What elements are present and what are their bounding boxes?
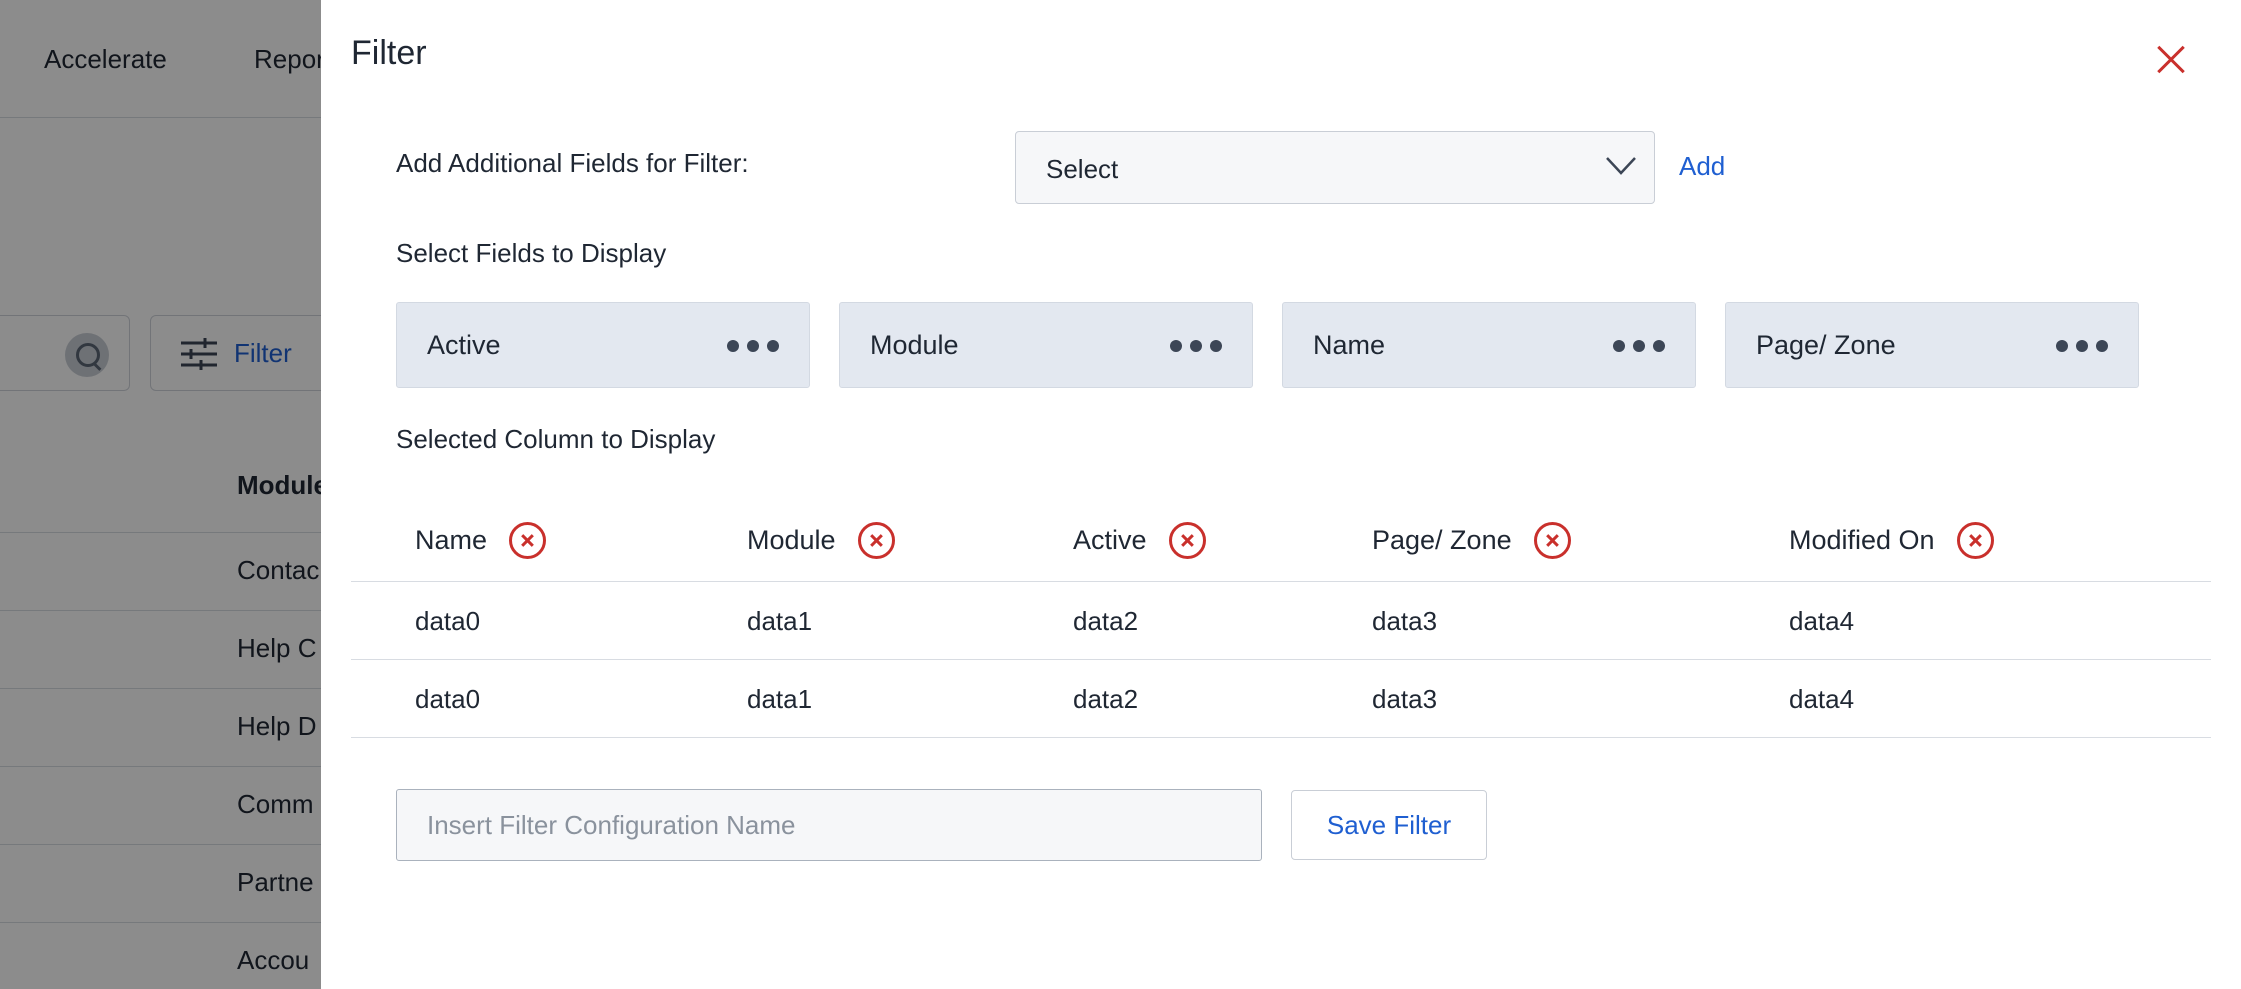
table-row: data0 data1 data2 data3 data4: [351, 660, 2211, 738]
more-options-icon[interactable]: [1170, 340, 1222, 352]
table-cell: data4: [1789, 684, 1855, 714]
table-row: data0 data1 data2 data3 data4: [351, 582, 2211, 660]
field-chip-module[interactable]: Module: [839, 302, 1253, 388]
field-select-value: Select: [1046, 154, 1119, 184]
filter-drawer: Filter Add Additional Fields for Filter:…: [321, 0, 2241, 989]
chevron-down-icon: [1606, 157, 1636, 175]
field-chip-name[interactable]: Name: [1282, 302, 1696, 388]
field-chip-active[interactable]: Active: [396, 302, 810, 388]
column-header-label: Active: [1073, 524, 1147, 555]
more-options-icon[interactable]: [2056, 340, 2108, 352]
more-options-icon[interactable]: [727, 340, 779, 352]
field-chip-label: Name: [1313, 330, 1386, 360]
table-header: Name Module Active Page/ Zone Modified O…: [351, 492, 2211, 582]
field-chip-label: Active: [427, 330, 501, 360]
table-cell: data2: [1073, 606, 1139, 636]
table-cell: data1: [747, 684, 813, 714]
table-cell: data3: [1372, 684, 1438, 714]
close-icon[interactable]: [2151, 40, 2191, 80]
column-header-modified-on: Modified On: [1789, 520, 1994, 560]
column-header-module: Module: [747, 520, 895, 560]
more-options-icon[interactable]: [1613, 340, 1665, 352]
selected-columns-table: Name Module Active Page/ Zone Modified O…: [351, 492, 2211, 738]
add-field-link[interactable]: Add: [1679, 151, 1725, 182]
column-header-label: Name: [415, 524, 488, 555]
remove-column-icon[interactable]: [1168, 521, 1206, 559]
table-cell: data0: [415, 606, 481, 636]
field-chip-label: Module: [870, 330, 959, 360]
field-chip-label: Page/ Zone: [1756, 330, 1896, 360]
selected-columns-label: Selected Column to Display: [396, 424, 716, 454]
filter-config-name-input[interactable]: [396, 789, 1262, 861]
remove-column-icon[interactable]: [509, 521, 547, 559]
column-header-page-zone: Page/ Zone: [1372, 520, 1571, 560]
column-header-label: Module: [747, 524, 836, 555]
drawer-title: Filter: [351, 34, 427, 72]
table-cell: data1: [747, 606, 813, 636]
table-cell: data4: [1789, 606, 1855, 636]
column-header-label: Modified On: [1789, 524, 1935, 555]
table-cell: data2: [1073, 684, 1139, 714]
remove-column-icon[interactable]: [1956, 521, 1994, 559]
column-header-label: Page/ Zone: [1372, 524, 1512, 555]
column-header-name: Name: [415, 520, 547, 560]
field-chip-page-zone[interactable]: Page/ Zone: [1725, 302, 2139, 388]
remove-column-icon[interactable]: [1533, 521, 1571, 559]
column-header-active: Active: [1073, 520, 1206, 560]
table-cell: data3: [1372, 606, 1438, 636]
save-filter-button[interactable]: Save Filter: [1291, 790, 1487, 860]
select-fields-label: Select Fields to Display: [396, 238, 667, 268]
remove-column-icon[interactable]: [857, 521, 895, 559]
field-select[interactable]: Select: [1015, 131, 1655, 204]
add-fields-label: Add Additional Fields for Filter:: [396, 148, 749, 178]
table-cell: data0: [415, 684, 481, 714]
